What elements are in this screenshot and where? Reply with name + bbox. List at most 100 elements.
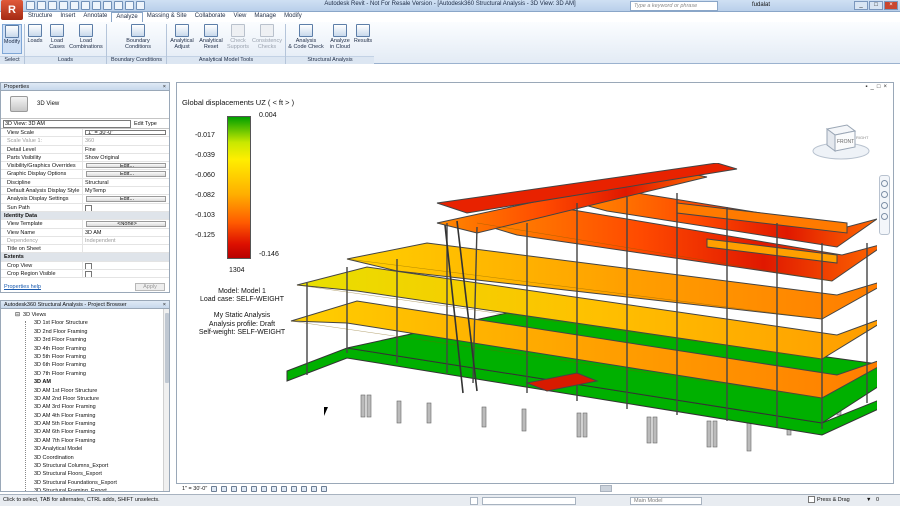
tree-item[interactable]: 3D 5th Floor Framing — [1, 353, 169, 361]
tab-structure[interactable]: Structure — [24, 12, 56, 22]
design-option-dropdown[interactable] — [482, 497, 576, 505]
property-value: 360 — [85, 138, 95, 145]
apply-button[interactable]: Apply — [135, 283, 165, 291]
tab-analyze[interactable]: Analyze — [111, 12, 143, 22]
lock-view-icon[interactable] — [281, 486, 288, 492]
tree-item[interactable]: 3D AM 5th Floor Framing — [1, 420, 169, 428]
analysis-code-check-button[interactable]: Analysis & Code Check — [287, 24, 325, 50]
tab-modify[interactable]: Modify — [280, 12, 306, 22]
view-window-controls[interactable]: ▪_□× — [865, 84, 890, 90]
application-menu-button[interactable]: R — [1, 0, 23, 20]
tree-node-3d-views[interactable]: 3D Views — [1, 311, 169, 319]
viewport-scrollbar[interactable] — [600, 485, 612, 492]
tab-manage[interactable]: Manage — [250, 12, 280, 22]
shadows-icon[interactable] — [241, 486, 248, 492]
crop-view-icon[interactable] — [261, 486, 268, 492]
property-value[interactable]: MyTemp — [83, 187, 169, 194]
tree-item[interactable]: 3D 4th Floor Framing — [1, 345, 169, 353]
property-row[interactable]: Extents — [1, 253, 169, 262]
loads-button[interactable]: Loads — [26, 24, 44, 44]
edit-button[interactable]: <None> — [86, 221, 166, 227]
3d-viewport[interactable]: ▪_□× Global displacements UZ ( < ft > ) … — [176, 82, 894, 484]
property-checkbox[interactable] — [83, 270, 169, 277]
tree-item[interactable]: 3D AM 6th Floor Framing — [1, 428, 169, 436]
boundary-conditions-button[interactable]: Boundary Conditions — [118, 24, 158, 50]
worksets-icon[interactable] — [470, 497, 478, 505]
view-scale[interactable]: 1" = 30'-0" — [182, 486, 207, 492]
tree-item[interactable]: 3D 2nd Floor Framing — [1, 328, 169, 336]
temporary-hide-icon[interactable] — [291, 486, 298, 492]
tree-item[interactable]: 3D 3rd Floor Framing — [1, 336, 169, 344]
analyze-in-cloud-button[interactable]: Analyze in Cloud — [327, 24, 353, 50]
edit-button[interactable]: Edit... — [86, 171, 166, 177]
maximize-button[interactable]: □ — [869, 1, 883, 10]
tree-item[interactable]: 3D Analytical Model — [1, 445, 169, 453]
tree-item[interactable]: 3D 6th Floor Framing — [1, 361, 169, 369]
load-combinations-button[interactable]: Load Combinations — [68, 24, 104, 50]
analytical-model-icon[interactable] — [311, 486, 318, 492]
property-value[interactable]: Fine — [83, 146, 169, 153]
tree-item[interactable]: 3D Structural Framing_Export — [1, 487, 169, 491]
tree-item[interactable]: 3D 7th Floor Framing — [1, 370, 169, 378]
tree-item[interactable]: 3D 1st Floor Structure — [1, 319, 169, 327]
detail-level-icon[interactable] — [211, 486, 218, 492]
filter-icon[interactable]: ▼ — [866, 495, 871, 506]
analytical-reset-button[interactable]: Analytical Reset — [197, 24, 225, 50]
consistency-checks-button[interactable]: Consistency Checks — [251, 24, 283, 50]
type-selector[interactable]: 3D View — [1, 91, 169, 119]
tree-item[interactable]: 3D AM — [1, 378, 169, 386]
highlight-displacement-icon[interactable] — [321, 486, 328, 492]
model-dropdown[interactable]: Main Model — [630, 497, 702, 505]
property-row[interactable]: Identity Data — [1, 211, 169, 221]
rendering-icon[interactable] — [251, 486, 258, 492]
tree-item[interactable]: 3D Coordination — [1, 454, 169, 462]
reveal-hidden-icon[interactable] — [301, 486, 308, 492]
close-icon[interactable]: × — [163, 83, 166, 91]
tree-item[interactable]: 3D Structural Columns_Export — [1, 462, 169, 470]
close-icon[interactable]: × — [163, 301, 166, 309]
tab-annotate[interactable]: Annotate — [79, 12, 111, 22]
sun-path-icon[interactable] — [231, 486, 238, 492]
analytical-adjust-button[interactable]: Analytical Adjust — [168, 24, 196, 50]
property-checkbox[interactable] — [83, 262, 169, 269]
tree-item[interactable]: 3D AM 7th Floor Framing — [1, 437, 169, 445]
edit-button[interactable]: Edit... — [86, 163, 166, 169]
tab-view[interactable]: View — [229, 12, 250, 22]
tab-insert[interactable]: Insert — [56, 12, 79, 22]
property-checkbox[interactable] — [83, 204, 169, 211]
tree-item[interactable]: 3D Structural Foundations_Export — [1, 479, 169, 487]
browser-scrollbar[interactable] — [163, 309, 169, 491]
zoom-icon[interactable] — [881, 191, 888, 198]
steering-wheel-icon[interactable] — [881, 180, 888, 187]
crop-region-icon[interactable] — [271, 486, 278, 492]
tree-item[interactable]: 3D AM 3rd Floor Framing — [1, 403, 169, 411]
modify-button[interactable]: Modify — [2, 24, 22, 54]
property-value[interactable]: 3D AM — [83, 229, 169, 236]
tab-massing-site[interactable]: Massing & Site — [143, 12, 191, 22]
user-name[interactable]: fudalat — [752, 2, 770, 8]
search-input[interactable]: Type a keyword or phrase — [630, 1, 718, 11]
tab-collaborate[interactable]: Collaborate — [191, 12, 230, 22]
tree-item[interactable]: 3D AM 2nd Floor Structure — [1, 395, 169, 403]
tree-item[interactable]: 3D AM 1st Floor Structure — [1, 387, 169, 395]
load-cases-button[interactable]: Load Cases — [46, 24, 68, 50]
view-cube[interactable]: FRONT RIGHT — [811, 117, 871, 161]
property-value[interactable]: Structural — [83, 179, 169, 186]
check-supports-button[interactable]: Check Supports — [226, 24, 250, 50]
edit-button[interactable]: Edit... — [86, 196, 166, 202]
close-button[interactable]: × — [884, 1, 898, 10]
visual-style-icon[interactable] — [221, 486, 228, 492]
property-value[interactable] — [83, 245, 169, 252]
orbit-icon[interactable] — [881, 213, 888, 220]
property-value[interactable]: Show Original — [83, 154, 169, 161]
edit-type-button[interactable]: Edit Type — [134, 121, 157, 127]
tree-item[interactable]: 3D Structural Floors_Export — [1, 470, 169, 478]
pan-icon[interactable] — [881, 202, 888, 209]
press-drag-checkbox[interactable]: Press & Drag — [808, 495, 850, 506]
minimize-button[interactable]: _ — [854, 1, 868, 10]
results-button[interactable]: Results — [353, 24, 373, 44]
properties-help-link[interactable]: Properties help — [4, 284, 41, 290]
property-value[interactable]: 1" = 30'-0" — [85, 130, 166, 136]
tree-item[interactable]: 3D AM 4th Floor Framing — [1, 412, 169, 420]
instance-dropdown[interactable]: 3D View: 3D AM — [3, 119, 131, 128]
